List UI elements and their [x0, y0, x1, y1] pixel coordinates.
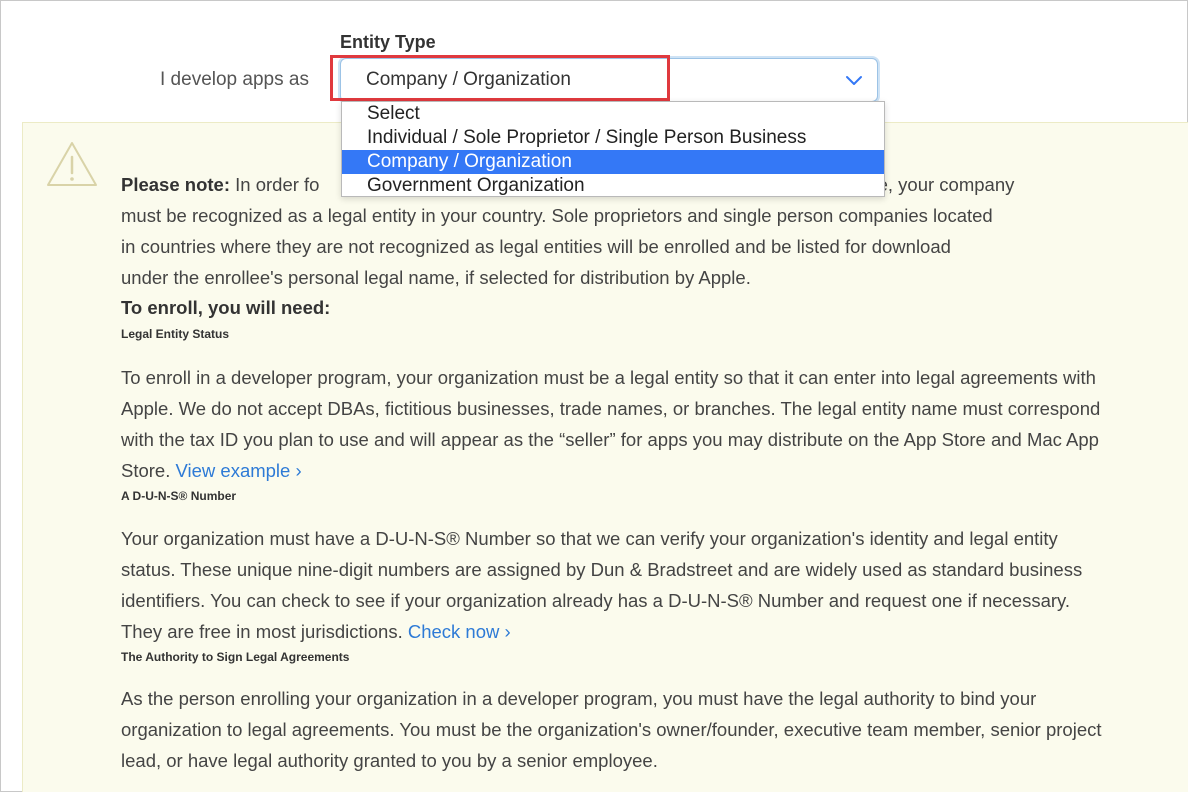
entity-type-selected-value: Company / Organization: [366, 69, 571, 90]
entity-type-label: Entity Type: [340, 32, 436, 52]
section-title-duns: A D-U-N-S® Number: [121, 489, 237, 503]
dropdown-option-select[interactable]: Select: [342, 102, 884, 126]
entity-type-dropdown-list: Select Individual / Sole Proprietor / Si…: [341, 101, 885, 197]
note-line: under the enrollee's personal legal name…: [121, 267, 751, 288]
note-line: in countries where they are not recogniz…: [121, 236, 951, 257]
dropdown-option-company[interactable]: Company / Organization: [342, 150, 884, 174]
warning-icon: [47, 142, 97, 186]
section-body-authority: As the person enrolling your organizatio…: [121, 683, 1111, 776]
section-title-authority: The Authority to Sign Legal Agreements: [121, 650, 350, 664]
check-now-link[interactable]: Check now ›: [408, 621, 511, 642]
section-body-text: As the person enrolling your organizatio…: [121, 688, 1102, 771]
dropdown-option-government[interactable]: Government Organization: [342, 174, 884, 198]
view-example-link[interactable]: View example ›: [176, 460, 302, 481]
entity-type-select[interactable]: Company / Organization: [340, 58, 878, 102]
enroll-heading: To enroll, you will need:: [121, 297, 331, 318]
section-body-text: Your organization must have a D-U-N-S® N…: [121, 528, 1083, 642]
section-body-legal-entity: To enroll in a developer program, your o…: [121, 362, 1111, 486]
develop-as-label: I develop apps as: [160, 69, 309, 90]
section-title-legal-entity: Legal Entity Status: [121, 327, 230, 341]
dropdown-option-individual[interactable]: Individual / Sole Proprietor / Single Pe…: [342, 126, 884, 150]
section-body-duns: Your organization must have a D-U-N-S® N…: [121, 523, 1111, 647]
note-line: must be recognized as a legal entity in …: [121, 205, 993, 226]
chevron-down-icon: [846, 76, 862, 85]
note-lead-visible: In order fo: [235, 174, 320, 195]
note-lead-bold: Please note:: [121, 174, 230, 195]
